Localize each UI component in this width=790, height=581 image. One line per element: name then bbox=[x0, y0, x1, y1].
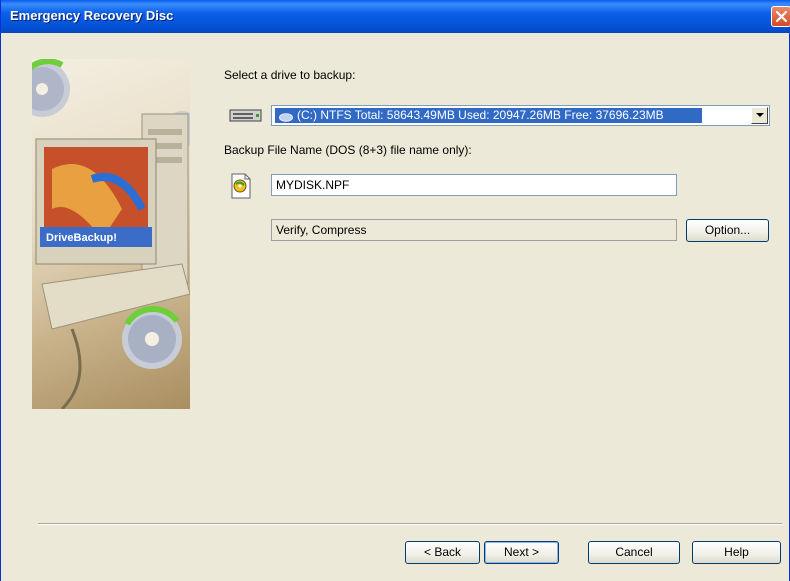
close-button[interactable] bbox=[771, 6, 790, 27]
drive-select-dropdown[interactable]: (C:) NTFS Total: 58643.49MB Used: 20947.… bbox=[271, 105, 770, 126]
brand-logo-text: DriveBackup! bbox=[46, 232, 117, 244]
cd-disc-icon bbox=[122, 305, 182, 369]
backup-options-display: Verify, Compress bbox=[271, 219, 677, 241]
cd-disc-icon bbox=[32, 59, 70, 117]
computer-illustration: DriveBackup! bbox=[32, 59, 190, 409]
next-button[interactable]: Next > bbox=[484, 541, 559, 564]
dialog-window: Emergency Recovery Disc DriveBackup! Sel… bbox=[0, 0, 790, 581]
footer-separator bbox=[38, 523, 782, 525]
backup-file-icon bbox=[230, 173, 252, 202]
option-button[interactable]: Option... bbox=[686, 219, 769, 242]
backup-file-name-input[interactable] bbox=[271, 174, 677, 196]
drive-select-value: (C:) NTFS Total: 58643.49MB Used: 20947.… bbox=[275, 108, 702, 123]
close-icon bbox=[775, 10, 788, 23]
cancel-button[interactable]: Cancel bbox=[588, 541, 680, 564]
chevron-down-icon bbox=[756, 113, 764, 117]
backup-file-label: Backup File Name (DOS (8+3) file name on… bbox=[224, 143, 472, 157]
disk-icon bbox=[279, 111, 293, 126]
side-banner-image: DriveBackup! bbox=[32, 59, 190, 409]
help-button[interactable]: Help bbox=[692, 541, 781, 564]
dropdown-arrow-button[interactable] bbox=[751, 107, 768, 124]
selected-drive-text: (C:) NTFS Total: 58643.49MB Used: 20947.… bbox=[297, 108, 664, 122]
hard-drive-icon bbox=[229, 107, 263, 126]
back-button[interactable]: < Back bbox=[405, 541, 480, 564]
title-bar[interactable]: Emergency Recovery Disc bbox=[1, 0, 790, 33]
window-title: Emergency Recovery Disc bbox=[10, 8, 174, 23]
drive-select-label: Select a drive to backup: bbox=[224, 68, 356, 82]
